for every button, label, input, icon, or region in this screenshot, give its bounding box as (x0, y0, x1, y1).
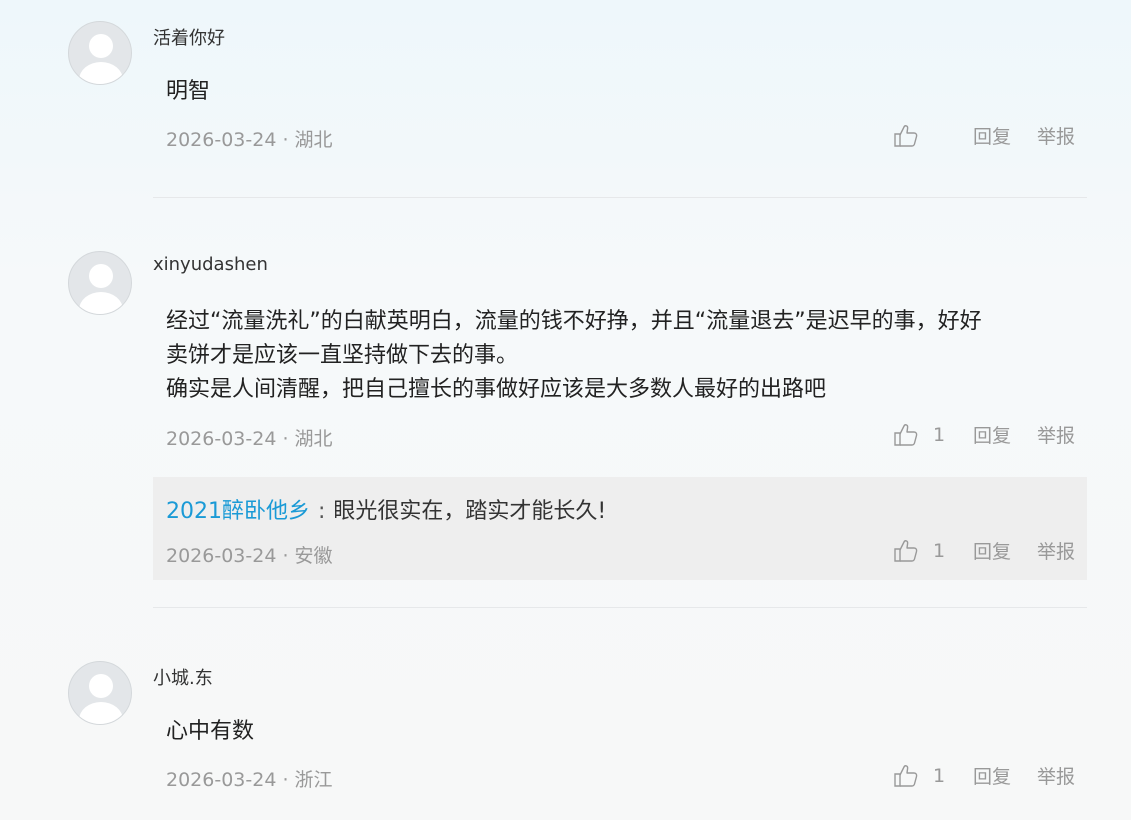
thumbs-up-icon (894, 764, 918, 787)
like-button[interactable] (893, 123, 945, 149)
thumbs-up-icon (894, 124, 918, 147)
comment-meta: 2026-03-24 · 浙江 (166, 769, 333, 791)
comment-content: 经过“流量洗礼”的白献英明白，流量的钱不好挣，并且“流量退去”是迟早的事，好好 … (166, 305, 1076, 407)
comment-username[interactable]: 小城.东 (153, 664, 213, 690)
comment-content: 明智 (166, 75, 1076, 109)
like-count: 1 (932, 539, 946, 562)
reply-button[interactable]: 回复 (973, 122, 1011, 149)
avatar[interactable] (68, 21, 132, 85)
comment-content: 心中有数 (166, 715, 1076, 749)
report-button[interactable]: 举报 (1037, 762, 1075, 789)
comment-meta: 2026-03-24 · 湖北 (166, 129, 333, 151)
comment-content-line: 卖饼才是应该一直坚持做下去的事。 (166, 343, 519, 368)
comment-actions: 1 回复 举报 (893, 762, 1075, 789)
comment-actions: 1 回复 举报 (893, 421, 1075, 448)
comment-username[interactable]: 活着你好 (153, 24, 225, 50)
default-avatar-icon (89, 674, 113, 698)
thumbs-up-icon (894, 539, 918, 562)
default-avatar-icon (89, 264, 113, 288)
reply-colon: : (318, 499, 326, 524)
like-count: 1 (932, 764, 946, 787)
reply-box: 2021醉卧他乡: 眼光很实在，踏实才能长久! 2026-03-24 · 安徽 1… (153, 477, 1087, 580)
reply-meta: 2026-03-24 · 安徽 (166, 545, 333, 567)
comment-username[interactable]: xinyudashen (153, 254, 268, 275)
reply-button[interactable]: 回复 (973, 537, 1011, 564)
avatar[interactable] (68, 251, 132, 315)
like-count: 1 (932, 423, 946, 446)
reply-actions: 1 回复 举报 (893, 537, 1075, 564)
default-avatar-icon (89, 34, 113, 58)
reply-text: 2021醉卧他乡: 眼光很实在，踏实才能长久! (166, 493, 606, 525)
report-button[interactable]: 举报 (1037, 421, 1075, 448)
report-button[interactable]: 举报 (1037, 122, 1075, 149)
comment-content-line: 心中有数 (166, 719, 255, 744)
like-button[interactable]: 1 (893, 763, 945, 789)
avatar[interactable] (68, 661, 132, 725)
comment-content-line: 经过“流量洗礼”的白献英明白，流量的钱不好挣，并且“流量退去”是迟早的事，好好 (166, 309, 982, 334)
reply-content: 眼光很实在，踏实才能长久! (333, 499, 607, 524)
comment-content-line: 确实是人间清醒，把自己擅长的事做好应该是大多数人最好的出路吧 (166, 377, 827, 402)
reply-button[interactable]: 回复 (973, 762, 1011, 789)
comment-meta: 2026-03-24 · 湖北 (166, 428, 333, 450)
thumbs-up-icon (894, 423, 918, 446)
divider (153, 197, 1087, 198)
like-button[interactable]: 1 (893, 538, 945, 564)
comment-actions: 回复 举报 (893, 122, 1075, 149)
like-button[interactable]: 1 (893, 422, 945, 448)
reply-username[interactable]: 2021醉卧他乡 (166, 499, 310, 524)
report-button[interactable]: 举报 (1037, 537, 1075, 564)
comment-content-line: 明智 (166, 79, 211, 104)
reply-button[interactable]: 回复 (973, 421, 1011, 448)
divider (153, 607, 1087, 608)
